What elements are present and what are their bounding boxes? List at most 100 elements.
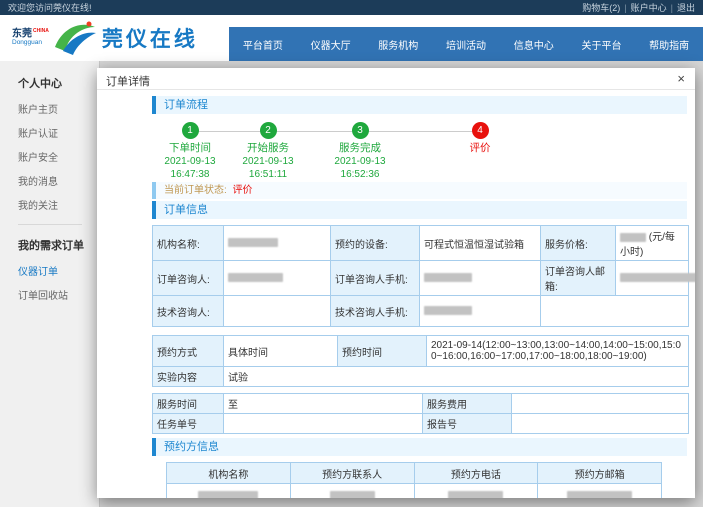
sidebar-item-account-home[interactable]: 账户主页 [18, 101, 99, 116]
task-no-label: 任务单号 [153, 414, 224, 434]
page: 欢迎您访问莞仪在线! 购物车(2) | 账户中心 | 退出 东莞CHINA Do… [0, 0, 703, 507]
sidebar-item-my-follows[interactable]: 我的关注 [18, 197, 99, 212]
device-value: 可程式恒温恒湿试验箱 [420, 226, 541, 261]
redacted-order-contact-phone [424, 273, 472, 282]
order-status-bar: 当前订单状态: 评价 [152, 182, 687, 199]
service-time-value: 至 [224, 394, 423, 414]
redacted-reservation-email [567, 491, 632, 498]
org-name-label: 机构名称: [153, 226, 224, 261]
order-info-table: 机构名称: 预约的设备: 可程式恒温恒湿试验箱 服务价格: (元/每小时) 订单… [152, 225, 689, 327]
account-center-link[interactable]: 账户中心 [631, 1, 667, 14]
order-contact-phone-value [420, 261, 541, 296]
order-contact-label: 订单咨询人: [153, 261, 224, 296]
experiment-value: 试验 [224, 367, 689, 387]
reservation-org-value [167, 484, 291, 499]
logout-link[interactable]: 退出 [677, 1, 695, 14]
separator: | [624, 3, 626, 13]
site-logo[interactable]: 东莞CHINA Dongguan 莞仪在线 [12, 19, 198, 57]
sidebar-section-demand-orders: 我的需求订单 [18, 237, 99, 253]
sidebar-item-account-security[interactable]: 账户安全 [18, 149, 99, 164]
org-name-value [224, 226, 331, 261]
table-row: 订单咨询人: 订单咨询人手机: 订单咨询人邮箱: [153, 261, 689, 296]
reservation-email-value [538, 484, 662, 499]
tech-contact-label: 技术咨询人: [153, 296, 224, 327]
reservation-phone-header: 预约方电话 [414, 463, 538, 484]
empty-cell [541, 296, 689, 327]
nav-item-help-guide[interactable]: 帮助指南 [635, 27, 703, 61]
table-row: 实验内容 试验 [153, 367, 689, 387]
reservation-phone-value [414, 484, 538, 499]
modal-title: 订单详情 [106, 73, 150, 89]
topbar-links: 购物车(2) | 账户中心 | 退出 [582, 1, 695, 14]
redacted-tech-contact-phone [424, 306, 472, 315]
order-contact-email-label: 订单咨询人邮箱: [541, 261, 616, 296]
cart-link[interactable]: 购物车(2) [582, 1, 620, 14]
reservation-org-header: 机构名称 [167, 463, 291, 484]
service-fee-label: 服务费用 [423, 394, 512, 414]
order-contact-phone-label: 订单咨询人手机: [331, 261, 420, 296]
brand-block: 东莞CHINA Dongguan [12, 29, 49, 47]
sidebar-item-instrument-orders[interactable]: 仪器订单 [18, 263, 99, 278]
nav-item-training-activities[interactable]: 培训活动 [432, 27, 500, 61]
close-icon[interactable]: × [677, 71, 685, 86]
site-header: 东莞CHINA Dongguan 莞仪在线 平台首页 仪器大厅 服务机构 培训活… [0, 15, 703, 61]
redacted-reservation-contact [330, 491, 375, 498]
service-info-table: 服务时间 至 服务费用 任务单号 报告号 [152, 393, 689, 434]
step-date: 2021-09-13 [305, 155, 415, 168]
nav-item-service-organizations[interactable]: 服务机构 [364, 27, 432, 61]
sidebar-item-my-messages[interactable]: 我的消息 [18, 173, 99, 188]
step-number-badge: 4 [472, 122, 489, 139]
section-reservation-info: 预约方信息 [152, 438, 687, 456]
sidebar-item-order-recycle-bin[interactable]: 订单回收站 [18, 287, 99, 302]
order-contact-value [224, 261, 331, 296]
nav-item-instrument-hall[interactable]: 仪器大厅 [297, 27, 365, 61]
tech-contact-phone-value [420, 296, 541, 327]
brand-en: Dongguan [12, 40, 49, 47]
booking-method-label: 预约方式 [153, 336, 224, 367]
sidebar-item-account-verification[interactable]: 账户认证 [18, 125, 99, 140]
site-name: 莞仪在线 [102, 23, 198, 53]
device-label: 预约的设备: [331, 226, 420, 261]
table-row: 预约方式 具体时间 预约时间 2021-09-14(12:00~13:00,13… [153, 336, 689, 367]
redacted-order-contact [228, 273, 283, 282]
redacted-reservation-org [198, 491, 258, 498]
tech-contact-value [224, 296, 331, 327]
service-time-label: 服务时间 [153, 394, 224, 414]
step-number-badge: 1 [182, 122, 199, 139]
topbar: 欢迎您访问莞仪在线! 购物车(2) | 账户中心 | 退出 [0, 0, 703, 15]
booking-method-value: 具体时间 [224, 336, 338, 367]
redacted-org-name [228, 238, 278, 247]
tech-contact-phone-label: 技术咨询人手机: [331, 296, 420, 327]
booking-time-label: 预约时间 [338, 336, 427, 367]
order-contact-email-value [616, 261, 689, 296]
nav-item-platform-home[interactable]: 平台首页 [229, 27, 297, 61]
booking-time-value: 2021-09-14(12:00~13:00,13:00~14:00,14:00… [427, 336, 689, 367]
task-no-value [224, 414, 423, 434]
report-no-value [512, 414, 689, 434]
status-label: 当前订单状态: [164, 185, 227, 196]
sidebar-section-personal-center: 个人中心 [18, 75, 99, 91]
experiment-label: 实验内容 [153, 367, 224, 387]
step-service-complete: 3 服务完成 2021-09-13 16:52:36 [305, 122, 415, 181]
step-label: 评价 [425, 142, 535, 155]
main-nav: 平台首页 仪器大厅 服务机构 培训活动 信息中心 关于平台 帮助指南 [229, 27, 703, 61]
price-value: (元/每小时) [616, 226, 689, 261]
table-row: 技术咨询人: 技术咨询人手机: [153, 296, 689, 327]
step-number-badge: 3 [352, 122, 369, 139]
nav-item-information-center[interactable]: 信息中心 [500, 27, 568, 61]
table-row: 机构名称: 预约的设备: 可程式恒温恒湿试验箱 服务价格: (元/每小时) [153, 226, 689, 261]
report-no-label: 报告号 [423, 414, 512, 434]
redacted-reservation-phone [448, 491, 503, 498]
welcome-text: 欢迎您访问莞仪在线! [8, 1, 92, 14]
order-details-modal: 订单详情 × 订单流程 1 下单时间 2021-09-13 16:47:38 2… [97, 68, 695, 498]
price-label: 服务价格: [541, 226, 616, 261]
step-time: 16:52:36 [305, 168, 415, 181]
nav-item-about-platform[interactable]: 关于平台 [568, 27, 636, 61]
booking-info-table: 预约方式 具体时间 预约时间 2021-09-14(12:00~13:00,13… [152, 335, 689, 387]
table-row [167, 484, 662, 499]
table-row: 任务单号 报告号 [153, 414, 689, 434]
status-value: 评价 [233, 185, 253, 196]
logo-swoosh-icon [51, 19, 97, 57]
reservation-contact-header: 预约方联系人 [290, 463, 414, 484]
step-evaluate: 4 评价 [425, 122, 535, 155]
